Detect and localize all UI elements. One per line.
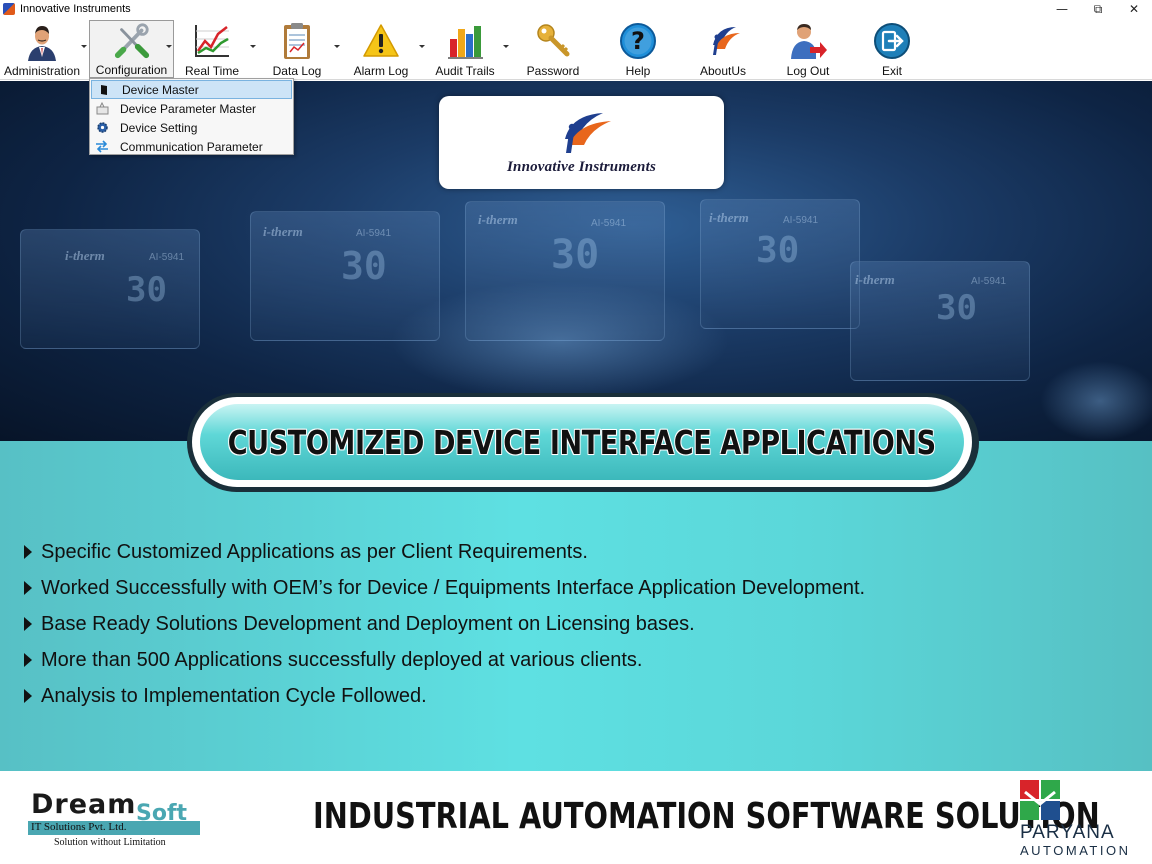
list-item: Worked Successfully with OEM’s for Devic… xyxy=(24,570,865,606)
hands-glow xyxy=(390,281,730,401)
svg-text:?: ? xyxy=(631,27,645,55)
audittrails-dropdown-caret[interactable] xyxy=(502,42,510,50)
toolbar-label: Audit Trails xyxy=(435,64,495,78)
list-item: Analysis to Implementation Cycle Followe… xyxy=(24,678,865,714)
list-item: More than 500 Applications successfully … xyxy=(24,642,865,678)
toolbar-label: Alarm Log xyxy=(353,64,409,78)
main-toolbar: Administration Configuration Real Time D… xyxy=(0,18,1152,80)
toolbar-real-time[interactable]: Real Time xyxy=(180,20,244,78)
menu-item-label: Communication Parameter xyxy=(120,139,263,154)
toolbar-label: Password xyxy=(526,64,580,78)
window-title: Innovative Instruments xyxy=(20,3,131,15)
feature-list: Specific Customized Applications as per … xyxy=(24,534,865,714)
beaker-glow xyxy=(1040,361,1152,441)
device-panel: i-therm AI-5941 30 xyxy=(700,199,860,329)
toolbar-label: AboutUs xyxy=(699,64,747,78)
toolbar-label: Help xyxy=(625,64,651,78)
app-icon xyxy=(3,3,15,15)
list-item: Base Ready Solutions Development and Dep… xyxy=(24,606,865,642)
help-icon: ? xyxy=(620,23,656,59)
bullet-arrow-icon xyxy=(24,545,32,559)
key-icon xyxy=(537,24,570,57)
menu-item-communication-parameter[interactable]: Communication Parameter xyxy=(90,137,293,156)
list-item: Specific Customized Applications as per … xyxy=(24,534,865,570)
toolbar-administration[interactable]: Administration xyxy=(2,20,82,78)
gear-icon xyxy=(95,121,109,135)
brand-logo-icon xyxy=(564,113,611,153)
bullet-arrow-icon xyxy=(24,653,32,667)
window-controls: — ⧉ ✕ xyxy=(1044,0,1152,18)
headline-banner: CUSTOMIZED DEVICE INTERFACE APPLICATIONS xyxy=(200,404,964,480)
device-panel: i-therm AI-5941 30 xyxy=(850,261,1030,381)
innovative-instruments-logo: Innovative Instruments xyxy=(439,96,724,189)
menu-item-device-setting[interactable]: Device Setting xyxy=(90,118,293,137)
bullet-arrow-icon xyxy=(24,617,32,631)
app-window: Innovative Instruments — ⧉ ✕ Administrat… xyxy=(0,0,1152,864)
logo-text: Innovative Instruments xyxy=(506,159,657,175)
title-bar: Innovative Instruments — ⧉ ✕ xyxy=(0,0,1152,18)
device-panel: i-therm AI-5941 30 xyxy=(20,229,200,349)
logout-user-icon xyxy=(791,24,827,59)
menu-item-device-master[interactable]: Device Master xyxy=(91,80,292,99)
footer-title: INDUSTRIAL AUTOMATION SOFTWARE SOLUTION xyxy=(313,796,1100,837)
bar-chart-icon xyxy=(448,26,483,59)
parameter-icon xyxy=(95,102,109,116)
toolbar-data-log[interactable]: Data Log xyxy=(266,20,328,78)
warning-icon xyxy=(363,24,399,57)
toolbar-logout[interactable]: Log Out xyxy=(776,20,840,78)
toolbar-password[interactable]: Password xyxy=(521,20,585,78)
toolbar-alarm-log[interactable]: Alarm Log xyxy=(350,20,412,78)
datalog-dropdown-caret[interactable] xyxy=(333,42,341,50)
realtime-chart-icon xyxy=(195,25,229,57)
bullet-arrow-icon xyxy=(24,689,32,703)
restore-button[interactable]: ⧉ xyxy=(1080,0,1116,18)
toolbar-label: Real Time xyxy=(184,64,240,78)
toolbar-label: Data Log xyxy=(272,64,322,78)
menu-item-label: Device Parameter Master xyxy=(120,101,257,116)
toolbar-label: Configuration xyxy=(95,63,168,77)
toolbar-label: Administration xyxy=(3,64,81,78)
paryana-logo: PARYANA AUTOMATION xyxy=(1014,778,1129,858)
tools-icon xyxy=(114,23,149,59)
bullet-arrow-icon xyxy=(24,581,32,595)
headline-text: CUSTOMIZED DEVICE INTERFACE APPLICATIONS xyxy=(228,422,936,462)
paryana-mark-icon xyxy=(1020,780,1060,820)
swap-arrows-icon xyxy=(95,140,109,154)
toolbar-aboutus[interactable]: AboutUs xyxy=(691,20,755,78)
toolbar-label: Exit xyxy=(881,64,902,78)
exit-icon xyxy=(874,23,910,59)
close-button[interactable]: ✕ xyxy=(1116,0,1152,18)
clipboard-icon xyxy=(284,23,310,59)
toolbar-label: Log Out xyxy=(786,64,830,78)
menu-item-device-parameter-master[interactable]: Device Parameter Master xyxy=(90,99,293,118)
administrator-icon xyxy=(28,26,56,61)
toolbar-configuration[interactable]: Configuration xyxy=(89,20,174,78)
administration-dropdown-caret[interactable] xyxy=(80,42,88,50)
toolbar-help[interactable]: ? Help xyxy=(606,20,670,78)
configuration-menu: Device Master Device Parameter Master De… xyxy=(89,78,294,155)
menu-item-label: Device Setting xyxy=(120,120,198,135)
toolbar-exit[interactable]: Exit xyxy=(860,20,924,78)
menu-item-label: Device Master xyxy=(122,82,199,97)
minimize-button[interactable]: — xyxy=(1044,0,1080,18)
brand-logo-icon xyxy=(713,27,740,55)
device-icon xyxy=(97,83,111,97)
configuration-dropdown-caret[interactable] xyxy=(165,42,173,50)
dreamsoft-logo: Dream Soft IT Solutions Pvt. Ltd. Soluti… xyxy=(28,789,203,853)
toolbar-audit-trails[interactable]: Audit Trails xyxy=(433,20,497,78)
realtime-dropdown-caret[interactable] xyxy=(249,42,257,50)
alarmlog-dropdown-caret[interactable] xyxy=(418,42,426,50)
footer: Dream Soft IT Solutions Pvt. Ltd. Soluti… xyxy=(0,771,1152,864)
